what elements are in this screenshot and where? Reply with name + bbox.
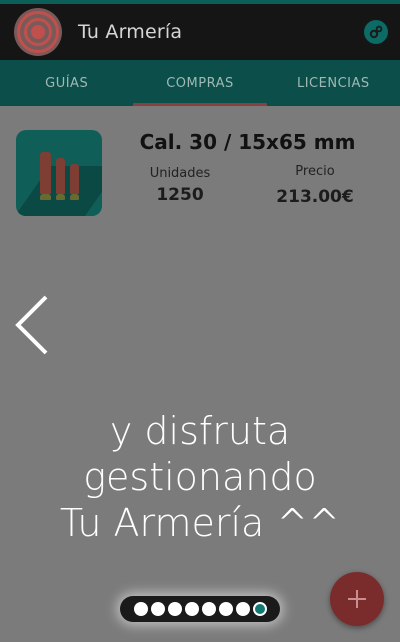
page-dot[interactable] <box>133 602 148 616</box>
page-dot[interactable] <box>235 602 250 616</box>
chevron-left-icon[interactable] <box>12 294 52 356</box>
page-indicator <box>120 596 280 622</box>
tutorial-line-1: y disfruta <box>109 409 291 453</box>
page-dot[interactable] <box>150 602 165 616</box>
tutorial-line-3: Tu Armería ^^ <box>59 501 341 545</box>
tutorial-message: y disfruta gestionando Tu Armería ^^ <box>0 408 400 546</box>
page-dot[interactable] <box>218 602 233 616</box>
page-dot[interactable] <box>184 602 199 616</box>
page-dot[interactable] <box>201 602 216 616</box>
page-dot[interactable] <box>252 602 267 616</box>
tutorial-overlay: y disfruta gestionando Tu Armería ^^ <box>0 0 400 642</box>
tutorial-line-2: gestionando <box>83 455 317 499</box>
page-dot[interactable] <box>167 602 182 616</box>
